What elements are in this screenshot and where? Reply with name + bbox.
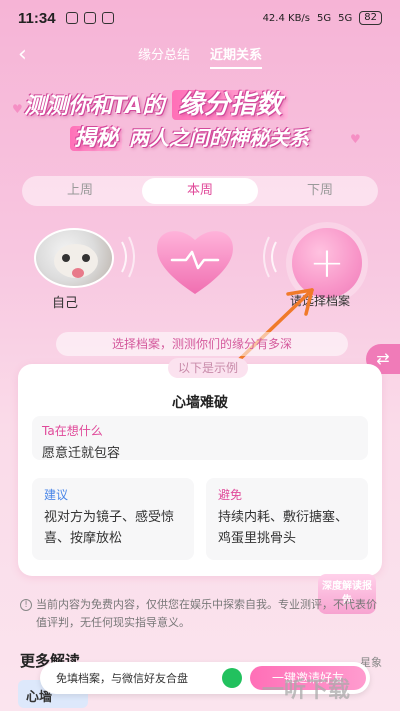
headline-accent-2: 揭秘: [70, 126, 123, 151]
tab-next-week[interactable]: 下周: [262, 178, 378, 204]
suggest-title: 建议: [44, 488, 69, 502]
disclaimer: ! 当前内容为免费内容，仅供您在娱乐中探索自我。专业测评，不代表价值评判，无任何…: [18, 596, 382, 636]
status-bar: 11:34 42.4 KB/s 5G 5G 82: [0, 0, 400, 36]
info-icon: !: [20, 599, 32, 611]
think-box: Ta在想什么 愿意迁就包容: [32, 416, 368, 461]
think-title: Ta在想什么: [42, 424, 103, 438]
notification-icon: [65, 12, 78, 24]
headline-suffix: 两人之间的神秘关系: [128, 126, 309, 150]
watermark: 一听下载: [262, 678, 351, 703]
wechat-icon: [222, 668, 242, 688]
avoid-title: 避免: [218, 488, 243, 502]
notification-icon: [83, 12, 96, 24]
status-right: 42.4 KB/s 5G 5G 82: [263, 11, 382, 25]
headline-line-2: 揭秘 两人之间的神秘关系: [70, 120, 309, 152]
disclaimer-text: 当前内容为免费内容，仅供您在娱乐中探索自我。专业测评，不代表价值评判，无任何现实…: [36, 598, 377, 629]
avoid-box: 避免 持续内耗、敷衍搪塞、鸡蛋里挑骨头: [206, 478, 368, 560]
avoid-body: 持续内耗、敷衍搪塞、鸡蛋里挑骨头: [218, 510, 349, 546]
network-label-2: 5G: [338, 12, 353, 24]
week-tabs: 上周 本周 下周: [22, 176, 378, 206]
hint-pill: 选择档案，测测你们的缘分有多深: [56, 332, 348, 356]
network-speed: 42.4 KB/s: [262, 12, 311, 24]
avatar[interactable]: [34, 228, 114, 288]
headline-line-1: 测测你和TA的 缘分指数: [24, 84, 289, 121]
tab-recent-relation[interactable]: 近期关系: [210, 44, 263, 69]
bottom-text: 免填档案，与微信好友合盘: [56, 672, 188, 685]
tab-this-week[interactable]: 本周: [142, 178, 258, 204]
headline-prefix: 测测你和TA的: [24, 94, 165, 119]
example-card: 以下是示例 心墙难破 Ta在想什么 愿意迁就包容 建议 视对方为镜子、感受惊喜、…: [18, 358, 382, 576]
cat-eye: [62, 254, 70, 262]
signal-wave-right-icon: [263, 236, 277, 278]
tab-fate-summary[interactable]: 缘分总结: [138, 44, 190, 69]
cat-tongue: [72, 268, 84, 278]
tab-last-week[interactable]: 上周: [22, 178, 138, 204]
card-title: 心墙难破: [172, 395, 228, 411]
status-time: 11:34: [18, 9, 56, 27]
top-nav: ‹ 缘分总结 近期关系: [0, 36, 400, 70]
cat-eye: [82, 254, 90, 262]
suggest-box: 建议 视对方为镜子、感受惊喜、按摩放松: [32, 478, 194, 560]
example-tag: 以下是示例: [168, 358, 248, 378]
heart-deco-icon: ♥: [12, 102, 23, 116]
notification-icon: [101, 12, 114, 24]
headline-banner: ♥ ♥ 测测你和TA的 缘分指数 揭秘 两人之间的神秘关系: [10, 82, 390, 154]
think-body: 愿意迁就包容: [42, 446, 121, 461]
notification-icons: [65, 12, 114, 24]
headline-accent: 缘分指数: [172, 90, 289, 120]
battery-icon: 82: [359, 11, 382, 25]
suggest-body: 视对方为镜子、感受惊喜、按摩放松: [44, 510, 175, 546]
self-label: 自己: [52, 296, 79, 311]
network-label: 5G: [317, 12, 332, 24]
heart-deco-icon: ♥: [350, 132, 361, 146]
top-tabs: 缘分总结 近期关系: [0, 44, 400, 69]
signal-wave-left-icon: [121, 236, 135, 278]
